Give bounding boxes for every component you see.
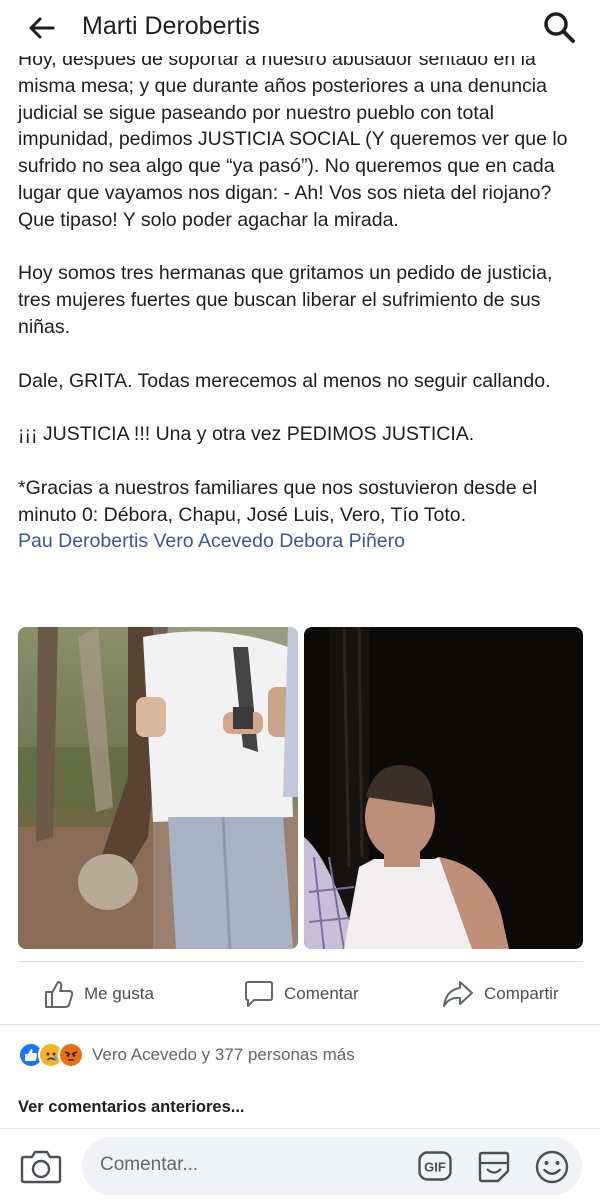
comment-bubble-icon <box>245 981 273 1007</box>
comment-button[interactable]: Comentar <box>244 966 359 1022</box>
camera-button[interactable] <box>20 1147 62 1185</box>
emoji-icon <box>535 1150 569 1184</box>
share-button[interactable]: Compartir <box>442 966 559 1022</box>
share-label: Compartir <box>484 984 559 1003</box>
emoji-button[interactable] <box>534 1149 570 1185</box>
tag-link[interactable]: Debora Piñero <box>279 530 405 552</box>
thumbs-up-icon <box>45 981 74 1008</box>
post-paragraph: Hoy, después de soportar a nuestro abusa… <box>18 48 568 231</box>
share-arrow-icon <box>443 981 473 1007</box>
post-photos <box>18 627 583 949</box>
comment-label: Comentar <box>284 984 359 1003</box>
comment-composer: Comentar... GIF <box>0 1128 600 1200</box>
tag-link[interactable]: Pau Derobertis <box>18 530 153 552</box>
search-button[interactable] <box>536 6 582 48</box>
reactions-text: Vero Acevedo y 377 personas más <box>92 1045 355 1064</box>
like-button[interactable]: Me gusta <box>44 966 154 1022</box>
post-paragraph: Hoy somos tres hermanas que gritamos un … <box>18 262 553 338</box>
reactions-summary[interactable]: Vero Acevedo y 377 personas más <box>18 1041 355 1069</box>
comment-placeholder: Comentar... <box>100 1154 199 1175</box>
gif-label: GIF <box>424 1160 446 1175</box>
camera-icon <box>20 1150 62 1184</box>
tag-link[interactable]: Vero Acevedo <box>153 530 279 552</box>
reaction-icons <box>18 1042 84 1068</box>
divider <box>18 961 583 962</box>
gif-icon: GIF <box>418 1151 452 1181</box>
post-paragraph: *Gracias a nuestros familiares que nos s… <box>18 476 538 526</box>
post-paragraph: ¡¡¡ JUSTICIA !!! Una y otra vez PEDIMOS … <box>18 423 475 446</box>
tagged-people: Pau Derobertis Vero Acevedo Debora Piñer… <box>18 528 588 555</box>
comment-input[interactable]: Comentar... GIF <box>82 1137 582 1195</box>
gif-button[interactable]: GIF <box>418 1151 452 1181</box>
sticker-icon <box>478 1151 510 1183</box>
post-actions: Me gusta Comentar Compartir <box>0 966 600 1022</box>
top-bar: Marti Derobertis <box>0 0 600 56</box>
view-previous-comments-link[interactable]: Ver comentarios anteriores... <box>18 1098 245 1117</box>
sticker-button[interactable] <box>476 1149 512 1185</box>
divider <box>0 1024 600 1025</box>
post-text: Hoy, después de soportar a nuestro abusa… <box>18 46 588 555</box>
post-photo[interactable] <box>304 627 583 949</box>
page-title: Marti Derobertis <box>82 12 260 40</box>
arrow-left-icon <box>29 17 55 39</box>
angry-reaction-icon <box>58 1042 84 1068</box>
back-button[interactable] <box>22 12 62 44</box>
search-icon <box>544 12 575 43</box>
like-label: Me gusta <box>84 984 154 1003</box>
post-photo[interactable] <box>18 627 298 949</box>
post-paragraph: Dale, GRITA. Todas merecemos al menos no… <box>18 369 551 392</box>
